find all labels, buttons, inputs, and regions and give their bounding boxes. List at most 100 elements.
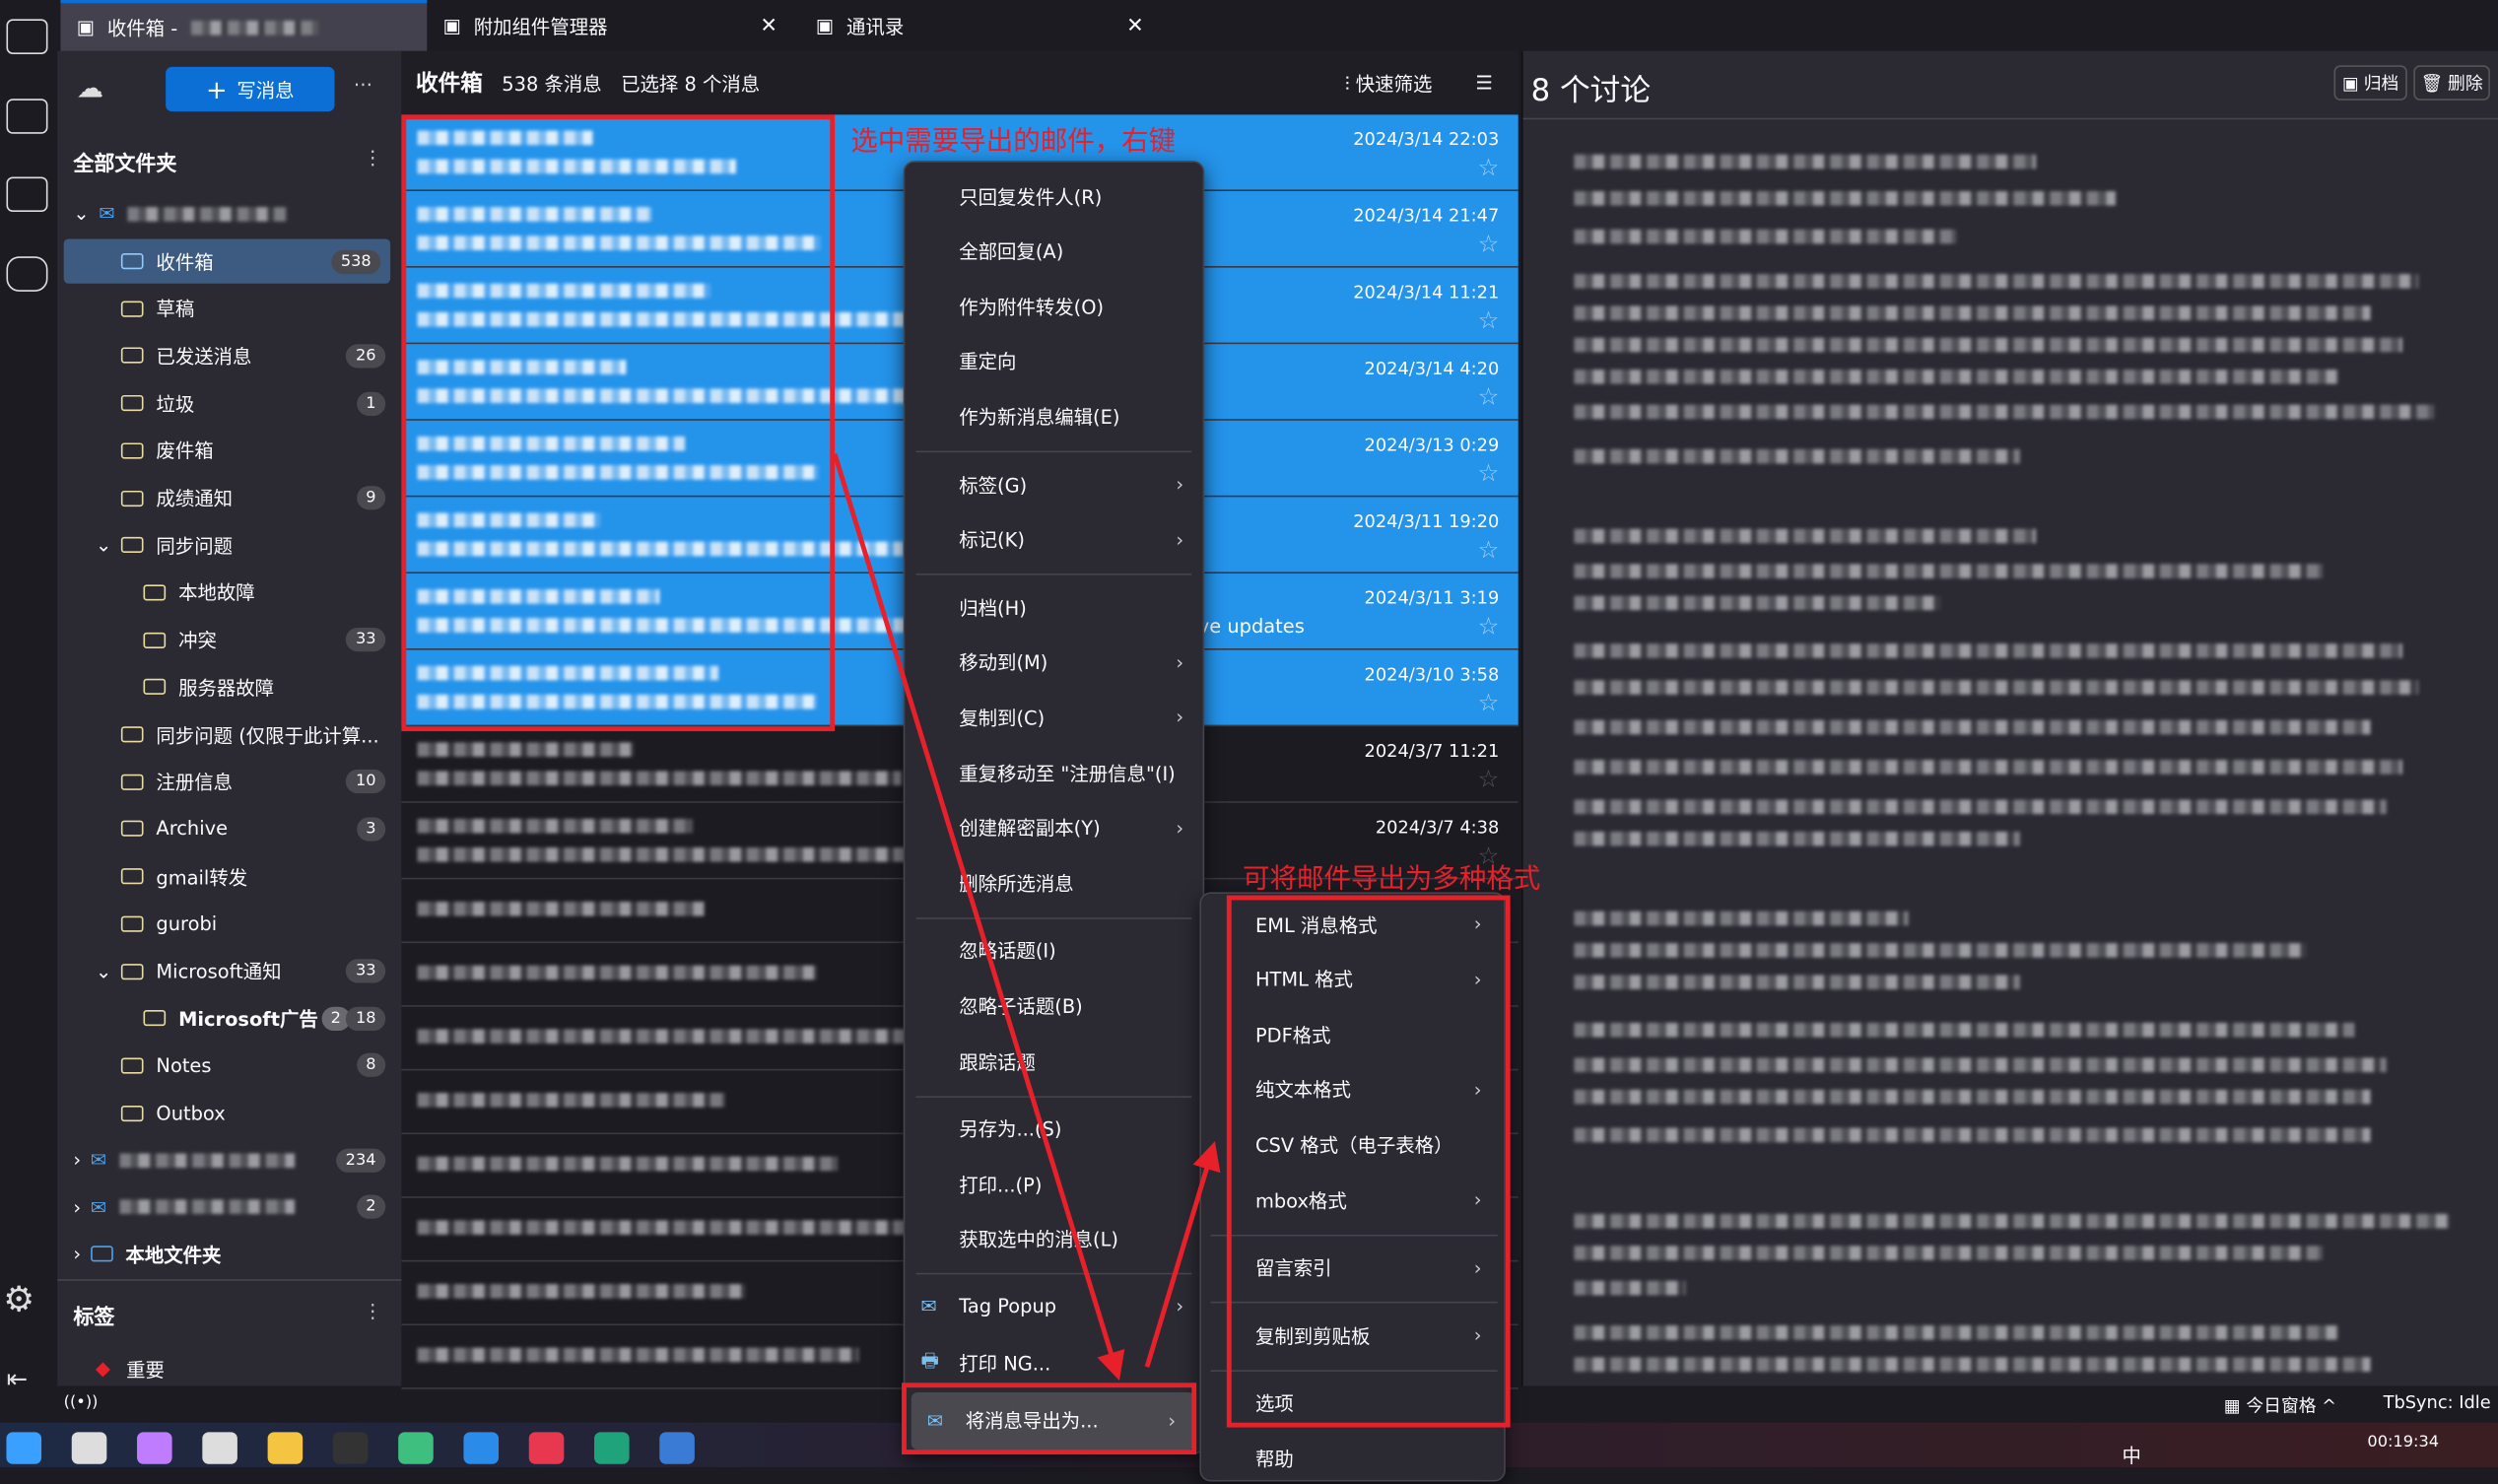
context-menu-item[interactable]: 创建解密副本(Y) › xyxy=(905,802,1202,853)
notepad-icon[interactable] xyxy=(398,1432,434,1464)
terminal-icon[interactable] xyxy=(332,1432,369,1464)
context-menu-item[interactable]: 归档(H) xyxy=(905,581,1202,633)
count-badge: 2 xyxy=(356,1194,386,1220)
folder-item[interactable]: 垃圾 1 xyxy=(57,381,401,426)
folder-item[interactable]: Outbox xyxy=(57,1091,401,1135)
context-menu-item[interactable]: 标记(K) › xyxy=(905,514,1202,566)
context-menu-item[interactable]: 重复移动至 "注册信息"(I) xyxy=(905,747,1202,798)
folder-item[interactable]: gurobi xyxy=(57,902,401,946)
search-icon[interactable] xyxy=(71,1432,107,1464)
account-icon: ✉ xyxy=(99,202,115,225)
context-menu-item[interactable]: 移动到(M) › xyxy=(905,637,1202,688)
folder-item[interactable]: 注册信息 10 xyxy=(57,760,401,804)
star-icon[interactable]: ☆ xyxy=(1478,612,1500,641)
quick-filter-button[interactable]: ⫶ 快速筛选 xyxy=(1345,69,1433,96)
context-menu-item[interactable]: 跟踪话题 xyxy=(905,1036,1202,1087)
folder-item[interactable]: 冲突 33 xyxy=(57,618,401,662)
delete-button[interactable]: 🗑 删除 xyxy=(2413,65,2490,101)
chevron-down-icon[interactable]: ⌄ xyxy=(96,534,111,557)
clock[interactable]: 00:19:34 xyxy=(2367,1434,2439,1451)
message-date: 2024/3/11 19:20 xyxy=(1353,510,1500,532)
star-icon[interactable]: ☆ xyxy=(1478,459,1500,488)
edge-icon[interactable] xyxy=(594,1432,630,1464)
redacted-message-body xyxy=(1574,448,2020,464)
folder-item[interactable]: ⌄ 同步问题 xyxy=(57,523,401,568)
tag-item[interactable]: ◆ 重要 xyxy=(57,1346,401,1390)
folder-item[interactable]: 已发送消息 26 xyxy=(57,334,401,378)
folder-item[interactable]: Notes 8 xyxy=(57,1044,401,1088)
context-menu-item[interactable]: 作为附件转发(O) xyxy=(905,281,1202,332)
calendar-space-icon[interactable] xyxy=(6,99,48,134)
chat-space-icon[interactable] xyxy=(6,256,48,292)
context-menu-item[interactable]: 标签(G) › xyxy=(905,459,1202,510)
export-submenu-item[interactable]: 帮助 xyxy=(1201,1433,1504,1484)
context-menu-item[interactable]: 删除所选消息 xyxy=(905,857,1202,909)
account-row[interactable]: › ✉ 234 xyxy=(57,1137,401,1181)
reader-pane: 8 个讨论 ▣ 归档 🗑 删除 xyxy=(1520,50,2498,1386)
menu-item-label: 帮助 xyxy=(1254,1448,1294,1471)
context-menu-item[interactable]: 重定向 xyxy=(905,336,1202,387)
star-icon[interactable]: ☆ xyxy=(1478,535,1500,564)
tags-menu-icon[interactable]: ⋮ xyxy=(364,1300,382,1322)
star-icon[interactable]: ☆ xyxy=(1478,153,1500,181)
folder-item[interactable]: 同步问题 (仅限于此计算... xyxy=(57,712,401,757)
folder-item[interactable]: Microsoft广告 2 18 xyxy=(57,996,401,1041)
star-icon[interactable]: ☆ xyxy=(1478,765,1500,793)
thunderbird-icon[interactable] xyxy=(659,1432,695,1464)
online-status-icon[interactable]: ((•)) xyxy=(64,1394,99,1412)
close-tab-icon[interactable]: ✕ xyxy=(760,14,777,37)
tab-1[interactable]: ▣ 附加组件管理器 ✕ xyxy=(427,0,799,51)
folder-pane-menu-icon[interactable]: ⋯ xyxy=(354,73,372,96)
copilot-icon[interactable] xyxy=(137,1432,172,1464)
account-row[interactable]: ⌄ ✉ xyxy=(57,191,401,236)
folder-item[interactable]: gmail转发 xyxy=(57,854,401,899)
netease-music-icon[interactable] xyxy=(528,1432,565,1464)
local-folders-row[interactable]: › 本地文件夹 xyxy=(57,1232,401,1276)
windows-start-icon[interactable] xyxy=(6,1432,42,1464)
archive-button[interactable]: ▣ 归档 xyxy=(2333,65,2407,101)
close-tab-icon[interactable]: ✕ xyxy=(1126,14,1144,37)
context-menu-item[interactable]: 作为新消息编辑(E) xyxy=(905,391,1202,442)
folder-item[interactable]: 废件箱 xyxy=(57,429,401,473)
vscode-icon[interactable] xyxy=(463,1432,500,1464)
folder-item[interactable]: 收件箱 538 xyxy=(63,238,391,284)
context-menu-item[interactable]: 忽略话题(I) xyxy=(905,925,1202,977)
redacted-message-body xyxy=(1574,1127,2371,1143)
tasks-space-icon[interactable] xyxy=(6,176,48,213)
context-menu-item[interactable]: 获取选中的消息(L) xyxy=(905,1214,1202,1265)
star-icon[interactable]: ☆ xyxy=(1478,305,1500,334)
collapse-spaces-icon[interactable]: ⇤ xyxy=(6,1364,28,1394)
context-menu-item[interactable]: 🖶 打印 NG... xyxy=(905,1336,1202,1387)
star-icon[interactable]: ☆ xyxy=(1478,688,1500,716)
tab-0[interactable]: ▣ 收件箱 - xyxy=(60,0,428,51)
get-messages-icon[interactable]: ☁ xyxy=(77,73,103,104)
folder-item[interactable]: 服务器故障 xyxy=(57,665,401,709)
compose-button[interactable]: + 写消息 xyxy=(166,66,335,112)
file-explorer-icon[interactable] xyxy=(202,1432,237,1464)
folder-mode-menu-icon[interactable]: ⋮ xyxy=(364,147,382,169)
context-menu-item[interactable]: 忽略子话题(B) xyxy=(905,980,1202,1032)
folder-icon[interactable] xyxy=(267,1432,304,1464)
folder-item[interactable]: ⌄ Microsoft通知 33 xyxy=(57,949,401,993)
redacted-subject xyxy=(417,771,903,786)
context-menu-item[interactable]: 复制到(C) › xyxy=(905,692,1202,743)
context-menu-item[interactable]: 另存为...(S) xyxy=(905,1104,1202,1155)
folder-item[interactable]: Archive 3 xyxy=(57,807,401,851)
chevron-down-icon[interactable]: ⌄ xyxy=(96,960,111,982)
star-icon[interactable]: ☆ xyxy=(1478,382,1500,411)
tab-2[interactable]: ▣ 通讯录 ✕ xyxy=(800,0,1167,51)
context-menu-item[interactable]: 全部回复(A) xyxy=(905,226,1202,277)
folder-item[interactable]: 本地故障 xyxy=(57,571,401,615)
context-menu-item[interactable]: ✉ Tag Popup › xyxy=(905,1281,1202,1332)
folder-item[interactable]: 草稿 xyxy=(57,287,401,331)
star-icon[interactable]: ☆ xyxy=(1478,230,1500,258)
ime-indicator[interactable]: 中 xyxy=(2122,1442,2140,1468)
account-row[interactable]: › ✉ 2 xyxy=(57,1184,401,1229)
folder-item[interactable]: 成绩通知 9 xyxy=(57,476,401,520)
display-options-icon[interactable]: ☰ xyxy=(1475,72,1492,95)
settings-gear-icon[interactable]: ⚙ xyxy=(3,1281,34,1320)
context-menu-item[interactable]: 打印...(P) xyxy=(905,1159,1202,1210)
address-book-space-icon[interactable] xyxy=(6,19,48,54)
context-menu-item[interactable]: 只回复发件人(R) xyxy=(905,170,1202,222)
today-pane-toggle[interactable]: ▦ 今日窗格 ^ xyxy=(2224,1392,2336,1418)
